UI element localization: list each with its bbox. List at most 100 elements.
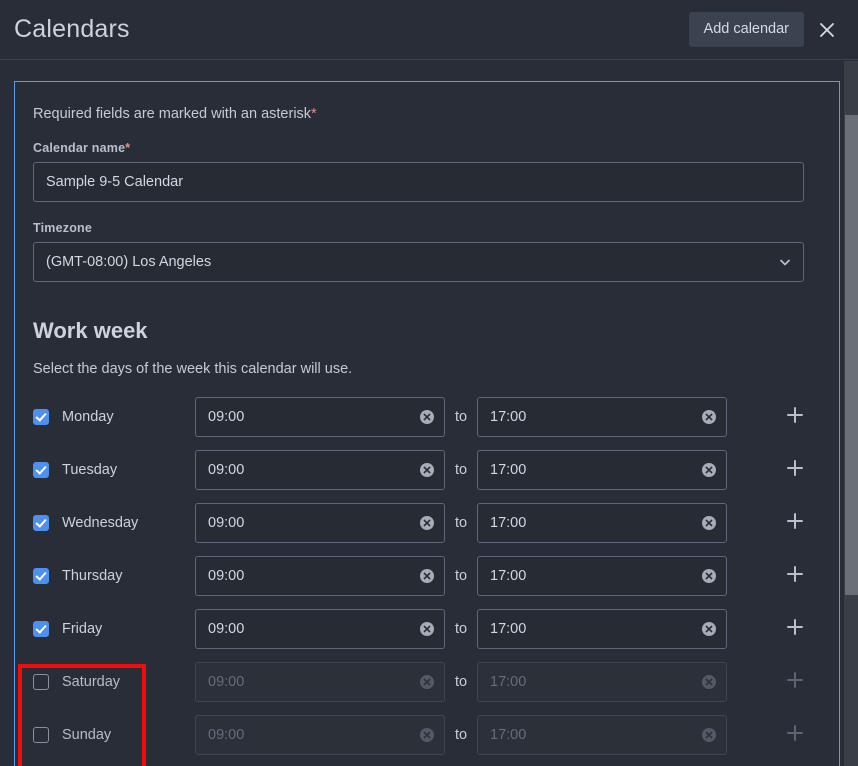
end-time-field-sunday xyxy=(477,714,727,755)
add-interval-button-sunday xyxy=(783,723,807,747)
to-label: to xyxy=(454,514,468,531)
end-time-field-wednesday xyxy=(477,502,727,543)
work-week-description: Select the days of the week this calenda… xyxy=(33,361,353,377)
to-label: to xyxy=(454,408,468,425)
start-time-input-wednesday[interactable] xyxy=(195,502,445,543)
end-time-input-wednesday[interactable] xyxy=(477,502,727,543)
clear-circle-x-icon[interactable] xyxy=(419,621,435,637)
clear-circle-x-icon[interactable] xyxy=(701,409,717,425)
plus-icon xyxy=(784,510,806,535)
clear-circle-x-icon[interactable] xyxy=(419,462,435,478)
required-asterisk: * xyxy=(311,106,317,122)
day-checkbox-cell-sunday: Sunday xyxy=(33,726,195,743)
start-time-input-friday[interactable] xyxy=(195,608,445,649)
to-label: to xyxy=(454,567,468,584)
add-interval-button-wednesday[interactable] xyxy=(783,511,807,535)
end-time-input-sunday[interactable] xyxy=(477,714,727,755)
end-time-input-monday[interactable] xyxy=(477,396,727,437)
start-time-input-saturday[interactable] xyxy=(195,661,445,702)
add-interval-button-thursday[interactable] xyxy=(783,564,807,588)
clear-circle-x-icon xyxy=(419,727,435,743)
add-calendar-button[interactable]: Add calendar xyxy=(688,12,804,47)
day-checkbox-tuesday[interactable] xyxy=(33,461,49,478)
calendar-name-input[interactable] xyxy=(33,162,804,202)
add-interval-cell xyxy=(757,670,833,694)
day-label-wednesday: Wednesday xyxy=(62,514,139,531)
day-checkbox-cell-saturday: Saturday xyxy=(33,673,195,690)
day-row: Sunday to xyxy=(33,708,821,761)
vertical-scrollbar-thumb[interactable] xyxy=(845,115,858,595)
clear-circle-x-icon[interactable] xyxy=(701,621,717,637)
end-time-field-tuesday xyxy=(477,449,727,490)
start-time-field-thursday xyxy=(195,555,445,596)
calendar-name-required-asterisk: * xyxy=(125,141,131,155)
vertical-scrollbar[interactable] xyxy=(844,61,858,766)
clear-circle-x-icon[interactable] xyxy=(701,515,717,531)
clear-circle-x-icon xyxy=(701,727,717,743)
add-interval-cell xyxy=(757,723,833,747)
clear-circle-x-icon xyxy=(419,674,435,690)
plus-icon xyxy=(784,669,806,694)
close-button[interactable] xyxy=(810,13,844,47)
plus-icon xyxy=(784,616,806,641)
timezone-label: Timezone xyxy=(33,221,93,235)
page-header: Calendars Add calendar xyxy=(0,0,858,60)
day-checkbox-sunday[interactable] xyxy=(33,726,49,743)
timezone-selected-value: (GMT-08:00) Los Angeles xyxy=(46,254,212,270)
start-time-input-tuesday[interactable] xyxy=(195,449,445,490)
end-time-input-thursday[interactable] xyxy=(477,555,727,596)
start-time-input-monday[interactable] xyxy=(195,396,445,437)
timezone-select-wrap: (GMT-08:00) Los Angeles xyxy=(33,242,804,282)
end-time-input-friday[interactable] xyxy=(477,608,727,649)
clear-circle-x-icon[interactable] xyxy=(419,515,435,531)
page-title: Calendars xyxy=(14,15,130,43)
add-interval-button-saturday xyxy=(783,670,807,694)
day-row: Saturday to xyxy=(33,655,821,708)
end-time-input-saturday[interactable] xyxy=(477,661,727,702)
day-row: Thursday to xyxy=(33,549,821,602)
clear-circle-x-icon[interactable] xyxy=(701,568,717,584)
clear-circle-x-icon xyxy=(701,674,717,690)
day-label-monday: Monday xyxy=(62,408,114,425)
required-fields-note: Required fields are marked with an aster… xyxy=(33,106,821,122)
end-time-field-thursday xyxy=(477,555,727,596)
day-checkbox-wednesday[interactable] xyxy=(33,514,49,531)
calendar-form: Required fields are marked with an aster… xyxy=(15,82,839,761)
plus-icon xyxy=(784,457,806,482)
header-actions: Add calendar xyxy=(688,12,844,47)
clear-circle-x-icon[interactable] xyxy=(419,409,435,425)
add-interval-button-tuesday[interactable] xyxy=(783,458,807,482)
plus-icon xyxy=(784,404,806,429)
day-row: Tuesday to xyxy=(33,443,821,496)
required-fields-note-text: Required fields are marked with an aster… xyxy=(33,106,312,122)
day-checkbox-monday[interactable] xyxy=(33,408,49,425)
plus-icon xyxy=(784,563,806,588)
add-interval-cell xyxy=(757,617,833,641)
end-time-input-tuesday[interactable] xyxy=(477,449,727,490)
start-time-field-friday xyxy=(195,608,445,649)
calendar-name-label-text: Calendar name xyxy=(33,141,126,155)
clear-circle-x-icon[interactable] xyxy=(701,462,717,478)
day-checkbox-friday[interactable] xyxy=(33,620,49,637)
end-time-field-friday xyxy=(477,608,727,649)
day-checkbox-thursday[interactable] xyxy=(33,567,49,584)
clear-circle-x-icon[interactable] xyxy=(419,568,435,584)
day-row: Friday to xyxy=(33,602,821,655)
work-week-title: Work week xyxy=(33,318,148,343)
add-interval-button-monday[interactable] xyxy=(783,405,807,429)
day-label-tuesday: Tuesday xyxy=(62,461,118,478)
calendar-name-label: Calendar name* xyxy=(33,141,821,155)
day-label-friday: Friday xyxy=(62,620,103,637)
to-label: to xyxy=(454,620,468,637)
work-week-days-list: MondaytoTuesdaytoWednesdaytoThursdaytoFr… xyxy=(33,390,821,761)
day-checkbox-saturday[interactable] xyxy=(33,673,49,690)
day-row: Monday to xyxy=(33,390,821,443)
add-interval-button-friday[interactable] xyxy=(783,617,807,641)
add-interval-cell xyxy=(757,564,833,588)
start-time-input-sunday[interactable] xyxy=(195,714,445,755)
end-time-field-saturday xyxy=(477,661,727,702)
add-interval-cell xyxy=(757,511,833,535)
timezone-select[interactable]: (GMT-08:00) Los Angeles xyxy=(33,242,804,282)
day-checkbox-cell-friday: Friday xyxy=(33,620,195,637)
start-time-input-thursday[interactable] xyxy=(195,555,445,596)
